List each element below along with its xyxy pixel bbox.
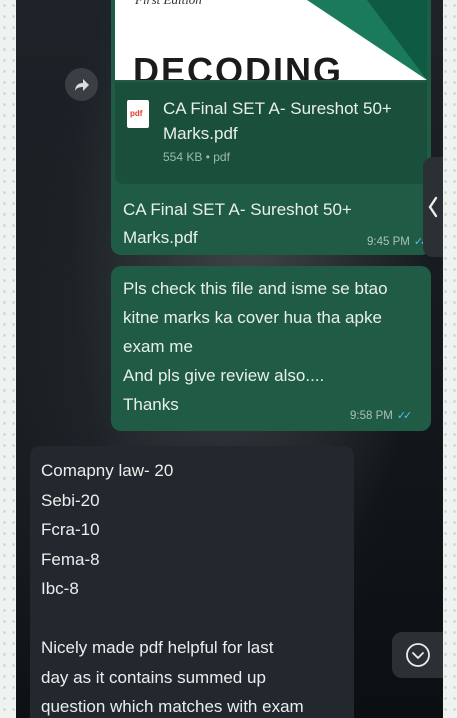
double-check-icon: ✓✓ [396, 410, 413, 422]
forward-button[interactable] [65, 68, 98, 101]
chat-screen: First Edition DECODING pdf CA Final SET … [16, 0, 443, 718]
document-preview[interactable]: First Edition DECODING [115, 0, 427, 80]
forward-arrow-icon [74, 78, 89, 91]
message-timestamp: 9:58 PM ✓✓ [350, 409, 413, 422]
sent-message-bubble[interactable]: Pls check this file and isme se btao kit… [111, 266, 431, 431]
message-line: Fcra-10 [41, 520, 100, 539]
message-line: Nicely made pdf helpful for last [41, 638, 274, 657]
message-line: Sebi-20 [41, 490, 100, 510]
message-line [41, 604, 349, 634]
chevron-left-icon [428, 196, 438, 218]
message-line: And pls give review also.... [123, 366, 325, 385]
message-line: Fema-8 [41, 549, 100, 569]
timestamp-text: 9:45 PM [367, 236, 410, 248]
message-line: Ibc-8 [41, 579, 79, 598]
pdf-file-card[interactable]: pdf CA Final SET A- Sureshot 50+ Marks.p… [115, 82, 427, 184]
message-line: exam me [123, 337, 193, 356]
preview-edition-text: First Edition [135, 0, 202, 8]
file-meta: 554 KB • pdf [163, 150, 230, 164]
received-message-bubble[interactable]: Comapny law- 20 Sebi-20 Fcra-10 Fema-8 I… [30, 446, 354, 718]
message-timestamp: 9:45 PM ✓✓ [367, 235, 429, 248]
file-name: CA Final SET A- Sureshot 50+ Marks.pdf [163, 99, 392, 143]
pdf-icon-label: pdf [130, 109, 143, 118]
pdf-file-icon: pdf [127, 100, 149, 128]
message-line: kitne marks ka cover hua tha apke [123, 308, 382, 327]
preview-decoration-dark [367, 0, 427, 80]
timestamp-text: 9:58 PM [350, 410, 393, 422]
sent-message-text: Pls check this file and isme se btao kit… [123, 274, 423, 419]
message-line: Pls check this file and isme se btao [123, 279, 388, 298]
message-line: day as it contains summed up [41, 667, 266, 687]
document-message-bubble[interactable]: First Edition DECODING pdf CA Final SET … [111, 0, 431, 255]
chevron-down-circle-icon [405, 643, 430, 667]
preview-title-text: DECODING [133, 50, 344, 80]
message-line: Comapny law- 20 [41, 461, 174, 480]
scroll-to-bottom-button[interactable] [392, 632, 443, 678]
side-panel-tab[interactable] [423, 157, 443, 257]
received-message-text: Comapny law- 20 Sebi-20 Fcra-10 Fema-8 I… [41, 456, 349, 718]
message-line: question which matches with exam [41, 697, 304, 716]
